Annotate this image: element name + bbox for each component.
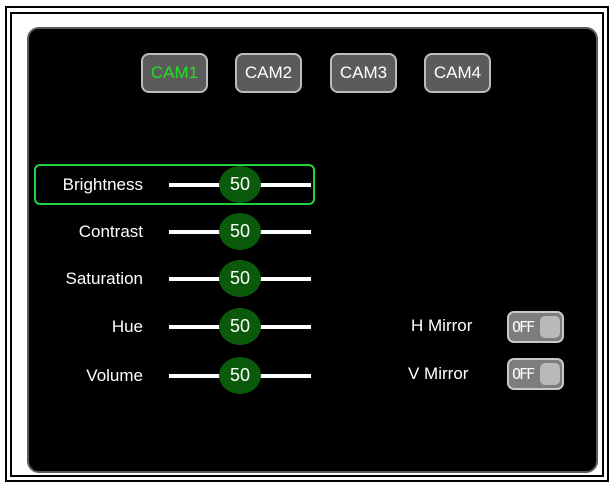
volume-label: Volume <box>86 366 143 385</box>
cam3-button[interactable]: CAM3 <box>330 53 397 93</box>
contrast-label: Contrast <box>78 222 143 241</box>
saturation-slider-knob[interactable]: 50 <box>219 260 261 297</box>
v-mirror-toggle[interactable]: OFF <box>507 358 564 390</box>
cam2-button[interactable]: CAM2 <box>235 53 302 93</box>
saturation-label: Saturation <box>65 269 144 288</box>
hue-row[interactable]: Hue 50 <box>34 306 315 347</box>
volume-row[interactable]: Volume 50 <box>34 355 315 396</box>
contrast-slider-knob[interactable]: 50 <box>219 213 261 250</box>
h-mirror-toggle[interactable]: OFF <box>507 311 564 343</box>
h-mirror-label: H Mirror <box>411 316 473 335</box>
h-mirror-toggle-thumb <box>540 316 560 338</box>
cam1-button[interactable]: CAM1 <box>141 53 208 93</box>
volume-slider-knob[interactable]: 50 <box>219 357 261 394</box>
v-mirror-toggle-thumb <box>540 363 560 385</box>
saturation-row[interactable]: Saturation 50 <box>34 258 315 299</box>
contrast-row[interactable]: Contrast 50 <box>34 211 315 252</box>
brightness-row[interactable]: Brightness 50 <box>34 164 315 205</box>
cam4-button[interactable]: CAM4 <box>424 53 491 93</box>
v-mirror-label: V Mirror <box>408 364 469 383</box>
h-mirror-state: OFF <box>512 318 535 336</box>
v-mirror-state: OFF <box>512 365 535 383</box>
brightness-label: Brightness <box>62 175 143 194</box>
brightness-slider-knob[interactable]: 50 <box>219 166 261 203</box>
hue-slider-knob[interactable]: 50 <box>219 308 261 345</box>
hue-label: Hue <box>111 317 143 336</box>
